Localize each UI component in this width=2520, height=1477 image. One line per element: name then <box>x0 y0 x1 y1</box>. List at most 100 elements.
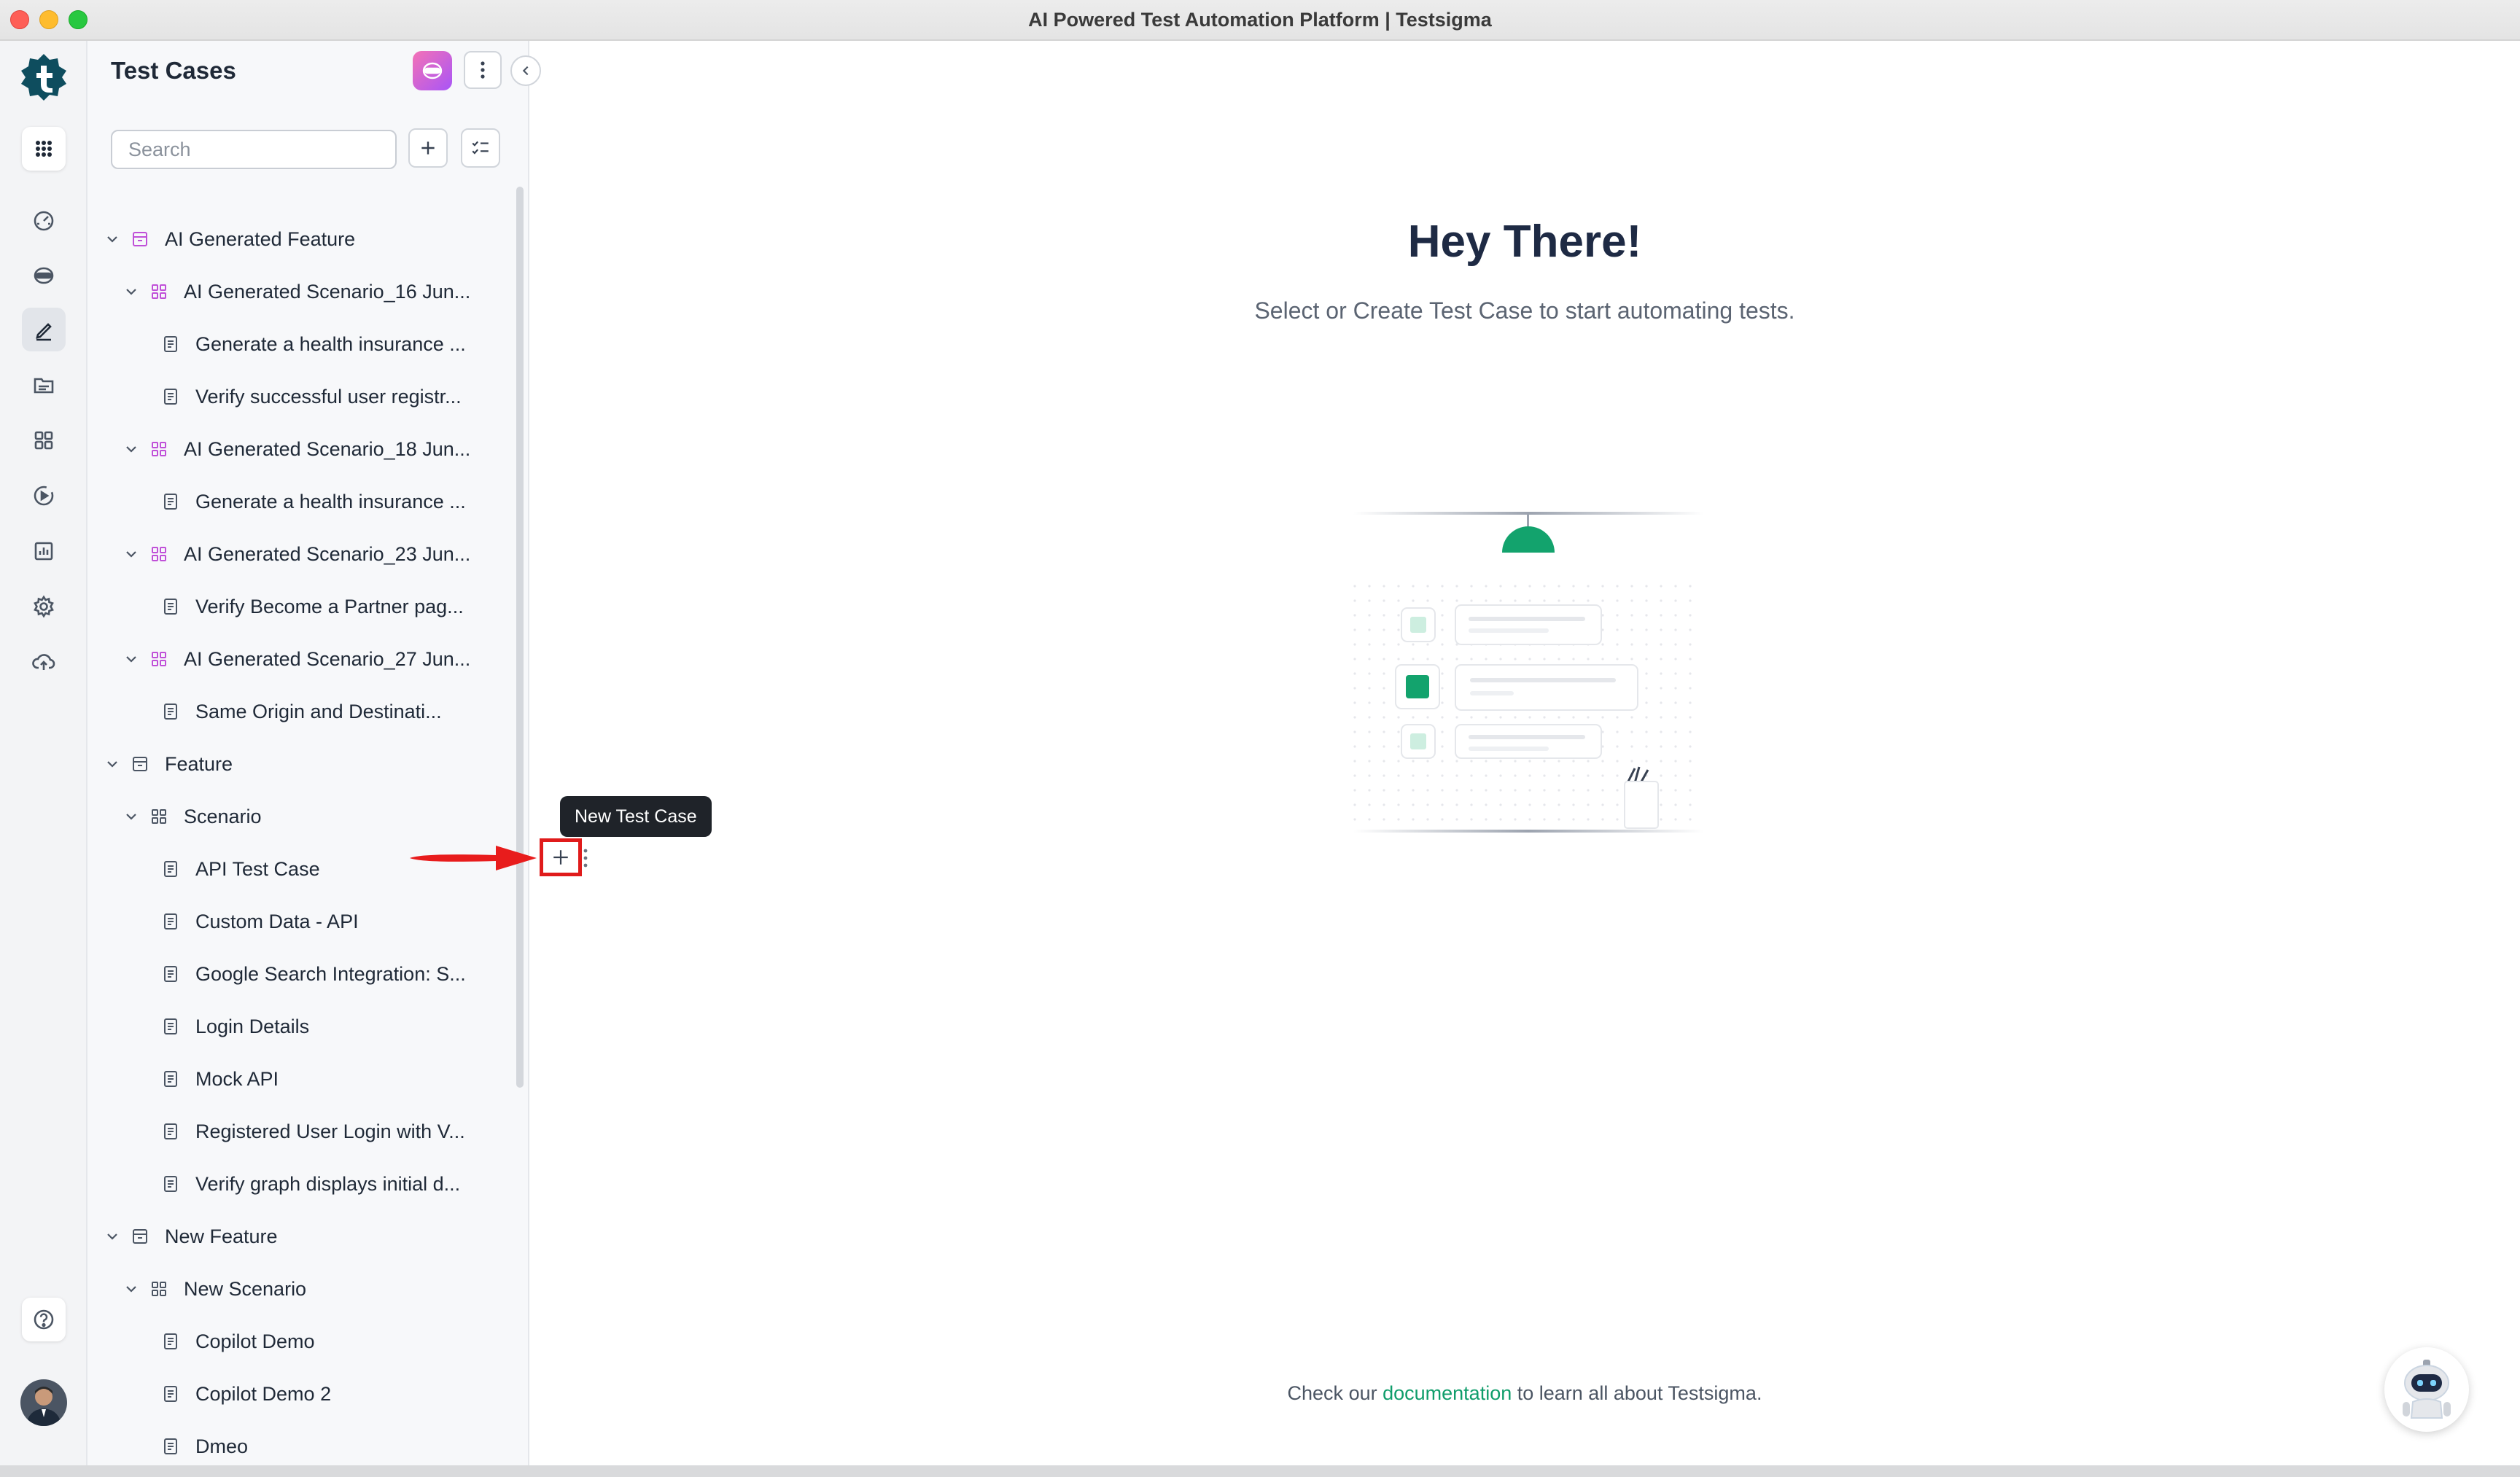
tree-scrollbar[interactable] <box>516 187 524 1088</box>
collapse-panel-button[interactable] <box>510 55 541 86</box>
documentation-link[interactable]: documentation <box>1382 1382 1512 1404</box>
test-case-doc-icon <box>164 389 177 405</box>
bulk-select-button[interactable] <box>461 128 500 168</box>
tree-item-label: Verify successful user registr... <box>195 385 462 408</box>
chevron-down-icon[interactable] <box>121 649 141 669</box>
dashboard-gauge-icon[interactable] <box>22 198 66 242</box>
tree-item-label: Scenario <box>184 805 262 827</box>
feature-item[interactable]: AI Generated Feature <box>88 213 515 265</box>
test-case-item[interactable]: Verify Become a Partner pag... <box>88 580 515 633</box>
test-case-doc-icon <box>164 1333 177 1349</box>
red-arrow-annotation <box>410 846 537 870</box>
test-case-item[interactable]: Verify successful user registr... <box>88 370 515 423</box>
tree-item-label: New Scenario <box>184 1277 307 1300</box>
tree-item-label: Dmeo <box>195 1435 249 1457</box>
scenario-more-icon[interactable] <box>580 847 591 869</box>
test-case-item[interactable]: Copilot Demo <box>88 1315 515 1368</box>
ai-copilot-button[interactable] <box>413 51 452 90</box>
reports-chart-icon[interactable] <box>22 529 66 573</box>
plus-icon <box>553 850 568 865</box>
test-data-folder-icon[interactable] <box>22 363 66 407</box>
user-avatar[interactable] <box>20 1379 67 1426</box>
scenario-grid-icon <box>152 547 166 561</box>
window-title-bar: AI Powered Test Automation Platform | Te… <box>0 0 2520 41</box>
tree-item-label: Generate a health insurance ... <box>195 332 466 355</box>
tree-item-label: Custom Data - API <box>195 910 359 932</box>
chevron-down-icon[interactable] <box>121 806 141 827</box>
empty-state-illustration <box>1353 512 1703 833</box>
scenario-grid-icon <box>152 442 166 456</box>
feature-box-icon <box>133 757 147 771</box>
scenario-item[interactable]: Scenario <box>88 790 515 843</box>
footer-note: Check our documentation to learn all abo… <box>529 1382 2520 1405</box>
test-case-doc-icon <box>164 1176 177 1192</box>
test-case-item[interactable]: Registered User Login with V... <box>88 1105 515 1158</box>
copilot-icon[interactable] <box>22 254 66 297</box>
chevron-down-icon[interactable] <box>102 754 122 774</box>
test-case-item[interactable]: Login Details <box>88 1000 515 1053</box>
scenario-item[interactable]: AI Generated Scenario_18 Jun... <box>88 423 515 475</box>
chevron-down-icon[interactable] <box>102 1226 122 1247</box>
tree-item-label: Copilot Demo <box>195 1330 315 1352</box>
test-case-item[interactable]: Custom Data - API <box>88 895 515 948</box>
chevron-down-icon[interactable] <box>121 281 141 302</box>
test-case-item[interactable]: Same Origin and Destinati... <box>88 685 515 738</box>
tree-item-label: Same Origin and Destinati... <box>195 700 442 722</box>
chevron-down-icon[interactable] <box>121 1279 141 1299</box>
more-options-button[interactable] <box>464 51 502 89</box>
search-input[interactable] <box>111 130 397 169</box>
tree-item-label: AI Generated Scenario_18 Jun... <box>184 437 471 460</box>
scenario-item[interactable]: New Scenario <box>88 1263 515 1315</box>
footer-suffix: to learn all about Testsigma. <box>1517 1382 1762 1404</box>
scenario-grid-icon <box>152 652 166 666</box>
test-case-doc-icon <box>164 861 177 877</box>
settings-gear-icon[interactable] <box>22 585 66 628</box>
add-button[interactable] <box>408 128 448 168</box>
test-case-item[interactable]: Generate a health insurance ... <box>88 475 515 528</box>
elements-grid-icon[interactable] <box>22 418 66 462</box>
feature-box-icon <box>133 232 147 246</box>
chevron-left-icon <box>522 66 529 76</box>
robot-icon <box>2403 1360 2451 1419</box>
test-case-doc-icon <box>164 1123 177 1139</box>
feature-item[interactable]: New Feature <box>88 1210 515 1263</box>
checklist-icon <box>472 141 489 155</box>
scenario-item[interactable]: AI Generated Scenario_16 Jun... <box>88 265 515 318</box>
footer-prefix: Check our <box>1287 1382 1377 1404</box>
test-case-doc-icon <box>164 1438 177 1454</box>
test-case-item[interactable]: Generate a health insurance ... <box>88 318 515 370</box>
new-test-case-button[interactable] <box>540 838 582 876</box>
test-case-item[interactable]: Mock API <box>88 1053 515 1105</box>
test-case-item[interactable]: Verify graph displays initial d... <box>88 1158 515 1210</box>
tree-item-label: Google Search Integration: S... <box>195 962 466 985</box>
test-case-doc-icon <box>164 704 177 720</box>
scenario-grid-icon <box>152 809 166 824</box>
test-case-doc-icon <box>164 966 177 982</box>
scenario-item[interactable]: AI Generated Scenario_23 Jun... <box>88 528 515 580</box>
empty-state-title: Hey There! <box>1407 217 1642 267</box>
chevron-down-icon[interactable] <box>121 544 141 564</box>
chevron-down-icon[interactable] <box>121 439 141 459</box>
scenario-grid-icon <box>152 1282 166 1296</box>
navigation-rail <box>0 41 88 1465</box>
test-case-doc-icon <box>164 599 177 615</box>
test-case-doc-icon <box>164 1071 177 1087</box>
feature-box-icon <box>133 1229 147 1244</box>
tree-item-label: Verify graph displays initial d... <box>195 1172 461 1195</box>
test-cases-pencil-icon[interactable] <box>22 308 66 351</box>
help-circle-icon[interactable] <box>22 1298 66 1341</box>
test-case-item[interactable]: Copilot Demo 2 <box>88 1368 515 1420</box>
testsigma-logo-icon[interactable] <box>19 52 69 102</box>
plus-icon <box>421 141 435 155</box>
run-play-icon[interactable] <box>22 474 66 518</box>
apps-grid-icon[interactable] <box>22 127 66 171</box>
panel-title: Test Cases <box>111 57 236 84</box>
feature-item[interactable]: Feature <box>88 738 515 790</box>
window-bottom-edge <box>0 1465 2520 1477</box>
chevron-down-icon[interactable] <box>102 229 122 249</box>
scenario-item[interactable]: AI Generated Scenario_27 Jun... <box>88 633 515 685</box>
tree-item-label: AI Generated Scenario_23 Jun... <box>184 542 471 565</box>
assistant-bot-button[interactable] <box>2384 1347 2469 1432</box>
cloud-upload-icon[interactable] <box>22 640 66 684</box>
test-case-item[interactable]: Google Search Integration: S... <box>88 948 515 1000</box>
